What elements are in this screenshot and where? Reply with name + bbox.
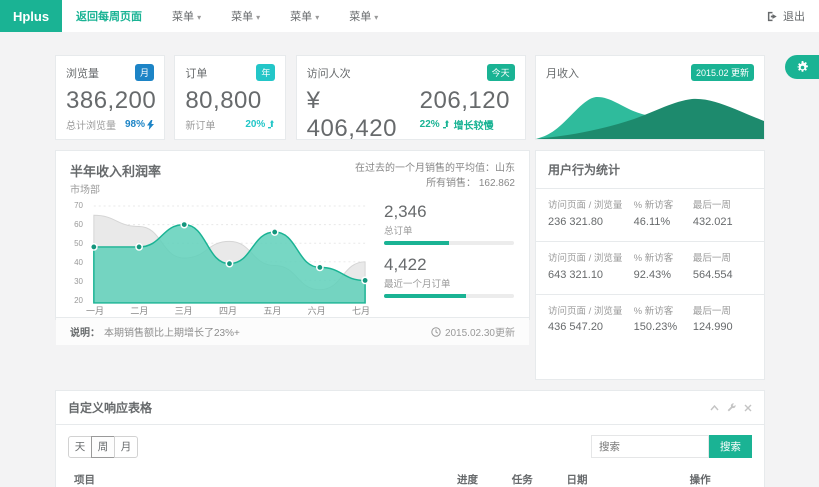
card-pageviews: 浏览量 月 386,200 总计浏览量 98%	[55, 55, 165, 140]
user-stats-title: 用户行为统计	[536, 151, 764, 189]
collapse-icon[interactable]	[710, 405, 719, 411]
search-button[interactable]: 搜索	[709, 435, 752, 458]
level-up-icon	[267, 120, 275, 129]
sign-out-icon	[767, 11, 778, 22]
footer-note: 本期销售额比上期增长了23%+	[104, 328, 240, 339]
brand-logo[interactable]: Hplus	[0, 0, 62, 32]
logout-button[interactable]: 退出	[767, 8, 805, 24]
tab-week[interactable]: 周	[91, 436, 115, 458]
top-navbar: Hplus 返回每周页面 菜单 ▾ 菜单 ▾ 菜单 ▾ 菜单 ▾ 退出	[0, 0, 819, 32]
tab-day[interactable]: 天	[68, 436, 92, 458]
income-info-line2-label: 所有销售：	[426, 178, 476, 189]
nav-menu-2[interactable]: 菜单 ▾	[231, 8, 260, 24]
user-stats-row: 访问页面 / 浏览量236 321.80 % 新访客46.11% 最后一周432…	[536, 189, 764, 242]
nav-menu-4[interactable]: 菜单 ▾	[349, 8, 378, 24]
income-panel: 半年收入利润率 市场部 在过去的一个月销售的平均值：山东 所有销售： 162.8…	[55, 150, 530, 320]
close-icon[interactable]	[744, 404, 752, 412]
monthly-income-area-chart	[536, 82, 764, 139]
footer-updated: 2015.02.30更新	[445, 324, 515, 339]
visits-value-2: 206,120	[420, 81, 515, 115]
level-up-icon	[442, 120, 450, 129]
responsive-table-panel: 自定义响应表格 天 周 月 搜索	[55, 390, 765, 487]
caret-down-icon: ▾	[256, 13, 260, 22]
nav-menu-3[interactable]: 菜单 ▾	[290, 8, 319, 24]
stat-cards-row: 浏览量 月 386,200 总计浏览量 98% 订单 年 80,800 新订单 …	[55, 55, 765, 140]
dashboard-page: Hplus 返回每周页面 菜单 ▾ 菜单 ▾ 菜单 ▾ 菜单 ▾ 退出 浏览量 …	[0, 0, 819, 487]
income-line-chart: 70 60 50 40 30 20	[70, 200, 370, 317]
orders-total-label: 总订单	[384, 223, 514, 237]
clock-icon	[431, 327, 441, 337]
orders-total-value: 2,346	[384, 202, 514, 222]
orders-value: 80,800	[175, 81, 285, 115]
card-title: 月收入	[546, 65, 579, 81]
search-input[interactable]	[591, 435, 709, 458]
income-panel-subtitle: 市场部	[70, 181, 161, 196]
orders-month-progressbar	[384, 294, 514, 298]
table-panel-title: 自定义响应表格	[68, 399, 152, 416]
logout-label: 退出	[783, 8, 805, 24]
col-date[interactable]: 日期	[560, 467, 683, 487]
card-orders: 订单 年 80,800 新订单 20%	[174, 55, 286, 140]
nav-menu-1[interactable]: 菜单 ▾	[172, 8, 201, 24]
footer-note-label: 说明：	[70, 328, 100, 339]
user-stats-row: 访问页面 / 浏览量436 547.20 % 新访客150.23% 最后一周12…	[536, 295, 764, 347]
caret-down-icon: ▾	[197, 13, 201, 22]
bolt-icon	[147, 120, 154, 130]
orders-month-value: 4,422	[384, 255, 514, 275]
card-monthly-income: 月收入 2015.02 更新	[535, 55, 765, 140]
orders-month-label: 最近一个月订单	[384, 276, 514, 290]
income-panel-title: 半年收入利润率	[70, 161, 161, 180]
settings-gear-button[interactable]	[785, 55, 819, 79]
card-visits: 访问人次 今天 ¥ 406,420 44%增长较快 206,120 22%增长较…	[296, 55, 526, 140]
nav-home-link[interactable]: 返回每周页面	[76, 8, 142, 24]
orders-total-progressbar	[384, 241, 514, 245]
pageviews-value: 386,200	[56, 81, 164, 115]
col-action[interactable]: 操作	[684, 467, 752, 487]
badge-today: 今天	[487, 64, 515, 81]
col-project[interactable]: 项目	[68, 467, 451, 487]
col-task[interactable]: 任务	[506, 467, 561, 487]
visits-note-2: 增长较慢	[454, 117, 494, 132]
user-stats-panel: 用户行为统计 访问页面 / 浏览量236 321.80 % 新访客46.11% …	[535, 150, 765, 380]
income-info-line1: 在过去的一个月销售的平均值：山东	[355, 161, 515, 176]
income-info-line2-value: 162.862	[479, 178, 515, 189]
range-button-group: 天 周 月	[68, 436, 138, 458]
col-progress[interactable]: 进度	[451, 467, 506, 487]
wrench-icon[interactable]	[727, 403, 736, 412]
user-stats-row: 访问页面 / 浏览量643 321.10 % 新访客92.43% 最后一周564…	[536, 242, 764, 295]
caret-down-icon: ▾	[374, 13, 378, 22]
card-title: 浏览量	[66, 65, 99, 81]
orders-sub-label: 新订单	[185, 117, 215, 132]
badge-month: 月	[135, 64, 154, 81]
card-title: 访问人次	[307, 65, 351, 81]
gear-icon	[796, 61, 809, 74]
visits-value-1: ¥ 406,420	[307, 81, 402, 140]
tab-month[interactable]: 月	[114, 436, 138, 458]
projects-table: 项目 进度 任务 日期 操作 米莫说 | MiMO Show 20% 2014	[68, 467, 752, 487]
badge-year: 年	[256, 64, 275, 81]
caret-down-icon: ▾	[315, 13, 319, 22]
badge-updated: 2015.02 更新	[691, 64, 754, 81]
card-title: 订单	[185, 65, 207, 81]
pageviews-sub-label: 总计浏览量	[66, 117, 116, 132]
